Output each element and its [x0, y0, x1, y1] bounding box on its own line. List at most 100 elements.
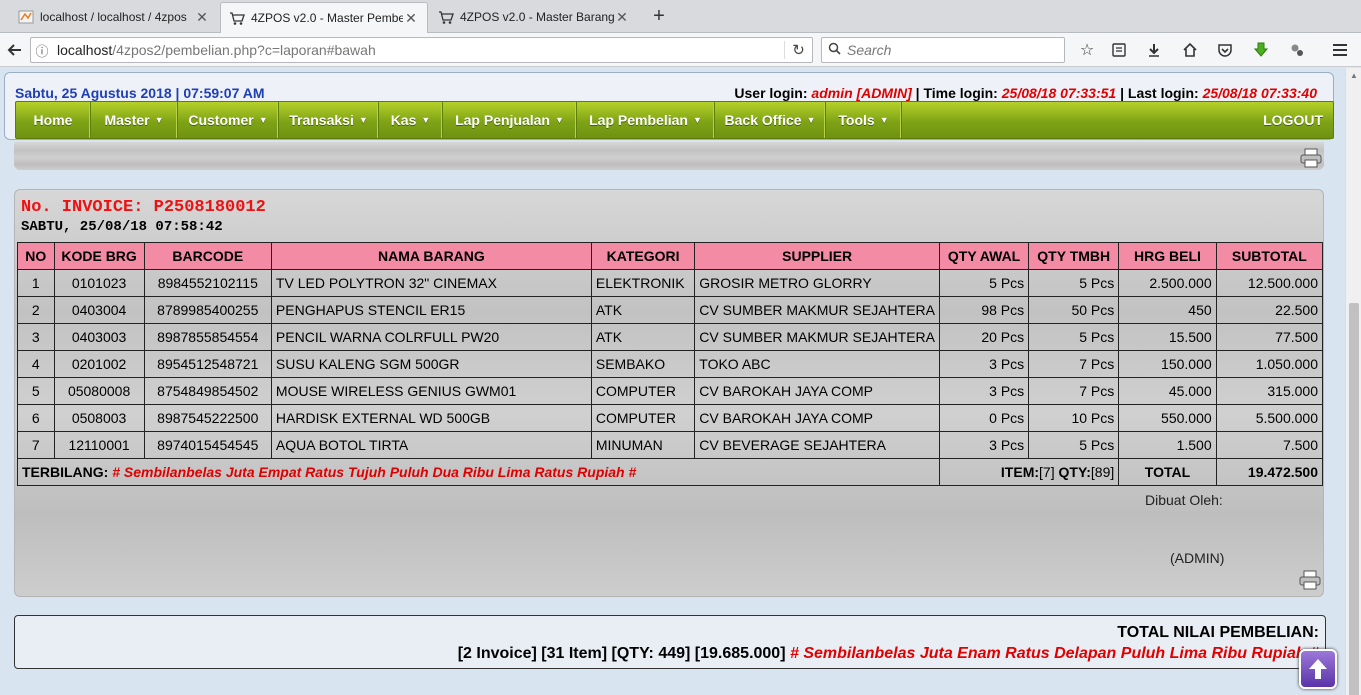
hamburger-menu-icon[interactable] [1328, 38, 1352, 62]
table-cell: 15.500 [1118, 323, 1217, 351]
tab-close-icon[interactable]: ✕ [403, 10, 419, 26]
table-cell: 5 Pcs [1028, 431, 1120, 459]
table-cell: 8954512548721 [143, 350, 272, 378]
search-input[interactable]: Search [821, 37, 1065, 63]
table-cell: CV SUMBER MAKMUR SEJAHTERA [694, 323, 940, 351]
table-row: 6 0508003 8987545222500 HARDISK EXTERNAL WD… [17, 404, 1324, 432]
table-cell: ATK [590, 296, 696, 324]
cart-icon [438, 9, 454, 25]
table-cell: 315.000 [1215, 377, 1324, 405]
tab-title: localhost / localhost / 4zpos [40, 10, 187, 24]
item-label: ITEM: [1000, 464, 1040, 480]
reload-icon[interactable]: ↻ [784, 41, 812, 59]
browser-tab[interactable]: 4ZPOS v2.0 - Master Barang ✕ [430, 2, 638, 32]
table-cell: HARDISK EXTERNAL WD 500GB [270, 404, 592, 432]
search-placeholder: Search [847, 42, 892, 58]
bookmark-star-icon[interactable]: ☆ [1075, 38, 1099, 62]
scroll-up-arrow-icon[interactable]: ▲ [1346, 68, 1361, 84]
column-header: QTY AWAL [938, 242, 1030, 270]
menu-master[interactable]: Master ▼ [91, 102, 178, 138]
url-host: localhost [57, 42, 113, 58]
table-cell: 3 Pcs [938, 431, 1030, 459]
home-icon[interactable] [1178, 38, 1202, 62]
table-cell: COMPUTER [590, 377, 696, 405]
column-header: NAMA BARANG [270, 242, 592, 270]
table-cell: COMPUTER [590, 404, 696, 432]
column-header: SUBTOTAL [1215, 242, 1324, 270]
table-cell: GROSIR METRO GLORRY [694, 269, 940, 297]
table-cell: 8789985400255 [143, 296, 272, 324]
url-bar[interactable]: ⓘ localhost/4zpos2/pembelian.php?c=lapor… [30, 37, 813, 63]
menu-kas[interactable]: Kas ▼ [379, 102, 443, 138]
browser-tab-active[interactable]: 4ZPOS v2.0 - Master Pembeli ✕ [220, 2, 428, 33]
table-cell: 3 Pcs [938, 350, 1030, 378]
table-cell: 7 Pcs [1028, 350, 1120, 378]
table-cell: 10 Pcs [1028, 404, 1120, 432]
menu-tools[interactable]: Tools ▼ [826, 102, 902, 138]
extension-icon[interactable] [1285, 38, 1309, 62]
caret-down-icon: ▼ [358, 115, 368, 125]
scroll-to-top-button[interactable] [1299, 649, 1337, 689]
menu-lap-pembelian[interactable]: Lap Pembelian ▼ [577, 102, 715, 138]
caret-down-icon: ▼ [806, 115, 816, 125]
table-cell: 150.000 [1118, 350, 1217, 378]
printer-icon[interactable] [1299, 570, 1321, 590]
total-value: 19.472.500 [1215, 458, 1324, 486]
table-header-row: NO KODE BRG BARCODE NAMA BARANG KATEGORI SUPP… [17, 242, 1324, 270]
new-tab-icon[interactable]: + [646, 4, 672, 28]
table-row: 2 0403004 8789985400255 PENGHAPUS STENCIL E… [17, 296, 1324, 324]
table-cell: TV LED POLYTRON 32" CINEMAX [270, 269, 592, 297]
table-cell: 450 [1118, 296, 1217, 324]
menu-customer[interactable]: Customer ▼ [178, 102, 279, 138]
separator: | [915, 85, 920, 101]
column-header: KATEGORI [590, 242, 696, 270]
tab-close-icon[interactable]: ✕ [614, 9, 630, 25]
caret-down-icon: ▼ [154, 115, 164, 125]
menu-back-office[interactable]: Back Office ▼ [715, 102, 826, 138]
invoice-panel: No. INVOICE: P2508180012 SABTU, 25/08/18… [14, 189, 1324, 597]
browser-tab[interactable]: localhost / localhost / 4zpos ✕ [10, 2, 218, 32]
item-qty-cell: ITEM:[7] QTY:[89] [938, 458, 1120, 486]
pocket-icon[interactable] [1213, 38, 1237, 62]
table-cell: 1.050.000 [1215, 350, 1324, 378]
page-scrollbar[interactable]: ▲ [1345, 68, 1361, 695]
tab-title: 4ZPOS v2.0 - Master Pembeli [251, 11, 403, 25]
menu-home[interactable]: Home [16, 102, 91, 138]
total-summary-box: TOTAL NILAI PEMBELIAN: [2 Invoice] [31 I… [14, 615, 1326, 669]
table-cell: SEMBAKO [590, 350, 696, 378]
time-login-value: 25/08/18 07:33:51 [1001, 85, 1117, 101]
info-icon[interactable]: ⓘ [31, 41, 53, 60]
green-download-icon[interactable] [1249, 38, 1273, 62]
cart-icon [229, 10, 245, 26]
menu-lap-penjualan[interactable]: Lap Penjualan ▼ [443, 102, 577, 138]
printer-icon[interactable] [1300, 148, 1322, 168]
caret-down-icon: ▼ [421, 115, 431, 125]
table-cell: 2.500.000 [1118, 269, 1217, 297]
table-cell: 12110001 [53, 431, 145, 459]
column-header: SUPPLIER [694, 242, 940, 270]
table-cell: 8754849854502 [143, 377, 272, 405]
browser-tab-strip: localhost / localhost / 4zpos ✕ 4ZPOS v2… [0, 0, 1361, 33]
invoice-number: No. INVOICE: P2508180012 [21, 198, 266, 217]
table-cell: 5 [17, 377, 55, 405]
url-text[interactable]: localhost/4zpos2/pembelian.php?c=laporan… [53, 42, 784, 58]
invoice-table: NO KODE BRG BARCODE NAMA BARANG KATEGORI SUPP… [17, 242, 1324, 486]
time-login-label: Time login: [923, 85, 998, 101]
logout-button[interactable]: LOGOUT [1263, 102, 1323, 138]
scrollbar-thumb[interactable] [1349, 303, 1359, 695]
download-icon[interactable] [1142, 38, 1166, 62]
table-cell: 5.500.000 [1215, 404, 1324, 432]
qty-label: QTY: [1058, 464, 1091, 480]
table-cell: 05080008 [53, 377, 145, 405]
table-cell: 77.500 [1215, 323, 1324, 351]
table-cell: 7 Pcs [1028, 377, 1120, 405]
menu-transaksi[interactable]: Transaksi ▼ [279, 102, 379, 138]
table-cell: 0403004 [53, 296, 145, 324]
caret-down-icon: ▼ [258, 115, 268, 125]
column-header: HRG BELI [1118, 242, 1217, 270]
app-header: Sabtu, 25 Agustus 2018 | 07:59:07 AM Use… [4, 72, 1334, 140]
menu-label: Lap Pembelian [589, 112, 688, 128]
tab-close-icon[interactable]: ✕ [194, 9, 210, 25]
back-arrow-icon[interactable] [2, 38, 28, 62]
reading-list-icon[interactable] [1107, 38, 1131, 62]
